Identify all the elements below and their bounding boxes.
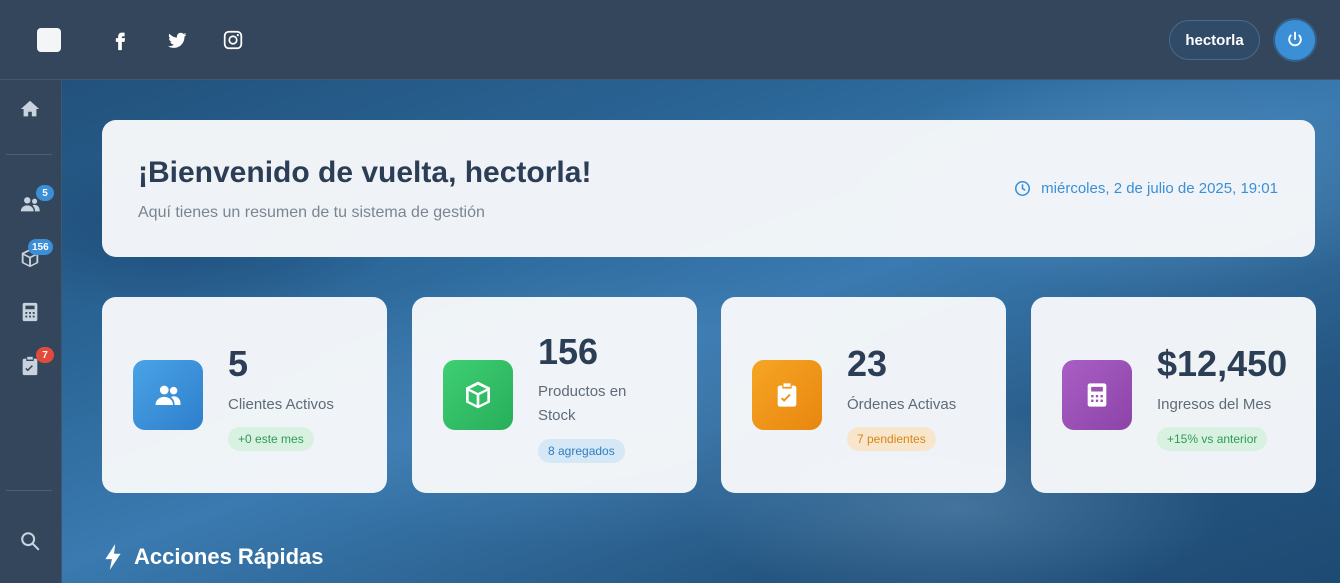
stat-label: Órdenes Activas xyxy=(847,396,957,413)
welcome-title: ¡Bienvenido de vuelta, hectorla! xyxy=(138,156,592,189)
stat-note: 8 agregados xyxy=(538,439,625,463)
stat-icon-bg xyxy=(133,360,203,430)
sidebar-divider xyxy=(6,490,52,491)
datetime-text: miércoles, 2 de julio de 2025, 19:01 xyxy=(1041,180,1278,197)
box-icon xyxy=(466,381,490,409)
sidebar: 5 156 7 xyxy=(0,80,62,583)
sidebar-divider xyxy=(6,154,52,155)
stat-label: Ingresos del Mes xyxy=(1157,396,1272,413)
stat-icon-bg xyxy=(1062,360,1132,430)
quick-actions-title: Acciones Rápidas xyxy=(134,544,324,569)
app-logo[interactable] xyxy=(37,28,61,52)
top-bar: hectorla xyxy=(0,0,1340,80)
instagram-icon[interactable] xyxy=(222,29,244,51)
stat-value: $12,450 xyxy=(1157,343,1288,384)
sidebar-item-home[interactable] xyxy=(18,97,42,121)
users-icon xyxy=(155,385,181,405)
welcome-subtitle: Aquí tienes un resumen de tu sistema de … xyxy=(138,204,485,221)
calculator-icon xyxy=(1087,383,1107,407)
stat-card-products[interactable]: 156 Productos en Stock 8 agregados xyxy=(412,297,697,493)
calculator-icon xyxy=(22,302,38,322)
products-count-badge: 156 xyxy=(28,239,53,255)
current-datetime: miércoles, 2 de julio de 2025, 19:01 xyxy=(1014,180,1278,197)
stat-note: +15% vs anterior xyxy=(1157,427,1268,451)
sidebar-search-button[interactable] xyxy=(18,529,42,553)
stat-icon-bg xyxy=(443,360,513,430)
stat-note: +0 este mes xyxy=(228,427,314,451)
stat-label: Clientes Activos xyxy=(228,396,334,413)
quick-actions-heading: Acciones Rápidas xyxy=(104,544,324,570)
stat-card-orders[interactable]: 23 Órdenes Activas 7 pendientes xyxy=(721,297,1006,493)
welcome-card: ¡Bienvenido de vuelta, hectorla! Aquí ti… xyxy=(102,120,1315,257)
facebook-icon[interactable] xyxy=(109,29,131,51)
stat-card-revenue[interactable]: $12,450 Ingresos del Mes +15% vs anterio… xyxy=(1031,297,1316,493)
power-icon xyxy=(1288,31,1302,47)
search-icon xyxy=(21,532,40,551)
stat-icon-bg xyxy=(752,360,822,430)
stat-value: 23 xyxy=(847,343,888,384)
user-menu-button[interactable]: hectorla xyxy=(1169,20,1260,60)
sidebar-item-calculator[interactable] xyxy=(18,300,42,324)
clipboard-check-icon xyxy=(777,383,797,407)
logout-button[interactable] xyxy=(1275,20,1315,60)
home-icon xyxy=(20,100,40,117)
stat-label: Productos en Stock xyxy=(538,383,627,424)
twitter-icon[interactable] xyxy=(166,29,188,51)
stat-note: 7 pendientes xyxy=(847,427,936,451)
stat-value: 5 xyxy=(228,343,249,384)
stat-card-clients[interactable]: 5 Clientes Activos +0 este mes xyxy=(102,297,387,493)
lightning-icon xyxy=(105,544,121,570)
clock-icon xyxy=(1015,180,1031,197)
stat-value: 156 xyxy=(538,331,599,372)
clients-count-badge: 5 xyxy=(36,185,54,201)
orders-count-badge: 7 xyxy=(36,347,54,363)
